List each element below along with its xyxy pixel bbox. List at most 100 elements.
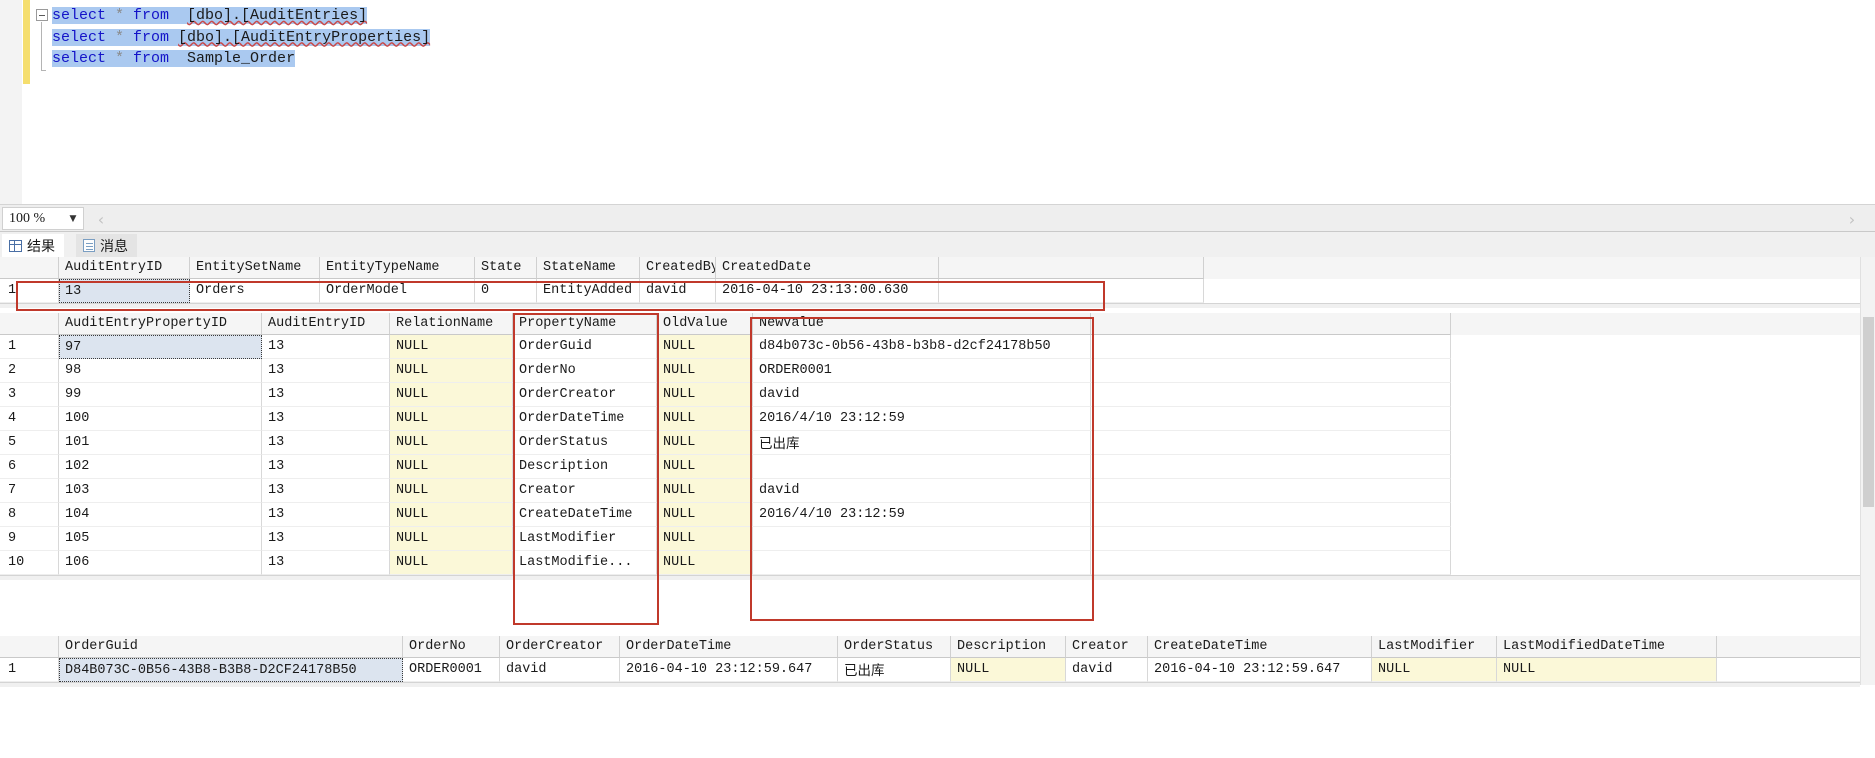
zoom-level-combobox[interactable]: 100 % ▼ (2, 207, 84, 230)
cell-PropertyName[interactable]: LastModifier (513, 527, 657, 551)
column-header-Description[interactable]: Description (951, 636, 1066, 658)
row-number-header[interactable] (0, 257, 59, 279)
column-header-RelationName[interactable]: RelationName (390, 313, 513, 335)
cell-AuditEntryID[interactable]: 13 (262, 527, 390, 551)
column-header-[interactable] (1717, 636, 1875, 658)
column-header-EntityTypeName[interactable]: EntityTypeName (320, 257, 475, 279)
collapse-minus-icon[interactable] (36, 9, 48, 21)
cell-AuditEntryPropertyID[interactable]: 101 (59, 431, 262, 455)
cell-PropertyName[interactable]: OrderGuid (513, 335, 657, 359)
cell-OldValue[interactable]: NULL (657, 407, 753, 431)
results-grid-sample-order[interactable]: OrderGuid OrderNo OrderCreator OrderDateTim… (0, 636, 1875, 687)
cell-OrderDateTime[interactable]: 2016-04-10 23:12:59.647 (620, 658, 838, 682)
table-row[interactable]: 1 97 13 NULL OrderGuid NULL d84b073c-0b56-43b8… (0, 335, 1860, 359)
column-header-OrderDateTime[interactable]: OrderDateTime (620, 636, 838, 658)
results-grid-audit-entries[interactable]: AuditEntryID EntitySetName EntityTypeName S… (0, 257, 1860, 308)
cell-OldValue[interactable]: NULL (657, 551, 753, 575)
row-number-cell[interactable]: 6 (0, 455, 59, 479)
row-number-cell[interactable]: 1 (0, 658, 59, 682)
cell-EntitySetName[interactable]: Orders (190, 279, 320, 303)
cell-NewValue[interactable]: d84b073c-0b56-43b8-b3b8-d2cf24178b50 (753, 335, 1091, 359)
scrollbar-thumb[interactable] (1863, 317, 1874, 507)
column-header-State[interactable]: State (475, 257, 537, 279)
column-header-CreatedDate[interactable]: CreatedDate (716, 257, 939, 279)
cell-PropertyName[interactable]: OrderNo (513, 359, 657, 383)
cell-AuditEntryPropertyID[interactable]: 106 (59, 551, 262, 575)
cell-State[interactable]: 0 (475, 279, 537, 303)
sql-code-text[interactable]: select * from [dbo].[AuditEntries] select… (52, 5, 431, 70)
cell-OldValue[interactable]: NULL (657, 431, 753, 455)
cell-RelationName[interactable]: NULL (390, 527, 513, 551)
cell-[interactable] (1091, 383, 1451, 407)
cell-PropertyName[interactable]: CreateDateTime (513, 503, 657, 527)
cell-NewValue[interactable]: 已出库 (753, 431, 1091, 455)
tab-results[interactable]: 结果 (2, 234, 64, 257)
cell-AuditEntryID[interactable]: 13 (59, 279, 190, 303)
cell-OldValue[interactable]: NULL (657, 527, 753, 551)
cell-RelationName[interactable]: NULL (390, 431, 513, 455)
cell-AuditEntryID[interactable]: 13 (262, 455, 390, 479)
cell-[interactable] (1091, 335, 1451, 359)
column-header-CreateDateTime[interactable]: CreateDateTime (1148, 636, 1372, 658)
cell-StateName[interactable]: EntityAdded (537, 279, 640, 303)
row-number-cell[interactable]: 1 (0, 279, 59, 303)
tab-messages[interactable]: 消息 (76, 234, 137, 257)
results-vertical-scrollbar[interactable] (1860, 257, 1875, 685)
cell-RelationName[interactable]: NULL (390, 551, 513, 575)
column-header-LastModifier[interactable]: LastModifier (1372, 636, 1497, 658)
cell-[interactable] (1717, 658, 1875, 682)
cell-OldValue[interactable]: NULL (657, 455, 753, 479)
cell-AuditEntryPropertyID[interactable]: 104 (59, 503, 262, 527)
cell-NewValue[interactable] (753, 527, 1091, 551)
cell-OldValue[interactable]: NULL (657, 503, 753, 527)
cell-[interactable] (1091, 479, 1451, 503)
cell-Description[interactable]: NULL (951, 658, 1066, 682)
cell-PropertyName[interactable]: Creator (513, 479, 657, 503)
cell-AuditEntryPropertyID[interactable]: 102 (59, 455, 262, 479)
cell-OldValue[interactable]: NULL (657, 479, 753, 503)
cell-NewValue[interactable]: david (753, 479, 1091, 503)
cell-AuditEntryPropertyID[interactable]: 97 (59, 335, 262, 359)
cell-AuditEntryPropertyID[interactable]: 103 (59, 479, 262, 503)
row-number-cell[interactable]: 9 (0, 527, 59, 551)
table-row[interactable]: 9 105 13 NULL LastModifier NULL (0, 527, 1860, 551)
cell-OldValue[interactable]: NULL (657, 383, 753, 407)
column-header-AuditEntryID[interactable]: AuditEntryID (262, 313, 390, 335)
cell-RelationName[interactable]: NULL (390, 503, 513, 527)
cell-AuditEntryPropertyID[interactable]: 100 (59, 407, 262, 431)
cell-CreateDateTime[interactable]: 2016-04-10 23:12:59.647 (1148, 658, 1372, 682)
row-number-cell[interactable]: 7 (0, 479, 59, 503)
cell-NewValue[interactable] (753, 551, 1091, 575)
column-header-OrderGuid[interactable]: OrderGuid (59, 636, 403, 658)
column-header-CreatedBy[interactable]: CreatedBy (640, 257, 716, 279)
cell-[interactable] (1091, 359, 1451, 383)
cell-RelationName[interactable]: NULL (390, 479, 513, 503)
row-number-cell[interactable]: 10 (0, 551, 59, 575)
column-header-OrderStatus[interactable]: OrderStatus (838, 636, 951, 658)
table-row[interactable]: 1 13 Orders OrderModel 0 EntityAdded david 2016… (0, 279, 1860, 303)
row-number-header[interactable] (0, 636, 59, 658)
cell-CreatedBy[interactable]: david (640, 279, 716, 303)
cell-PropertyName[interactable]: OrderCreator (513, 383, 657, 407)
sql-editor-pane[interactable]: select * from [dbo].[AuditEntries] select… (0, 0, 1875, 204)
cell-AuditEntryID[interactable]: 13 (262, 335, 390, 359)
column-header-OrderNo[interactable]: OrderNo (403, 636, 500, 658)
cell-PropertyName[interactable]: LastModifie... (513, 551, 657, 575)
table-row[interactable]: 8 104 13 NULL CreateDateTime NULL 2016/4/10 23… (0, 503, 1860, 527)
row-number-cell[interactable]: 2 (0, 359, 59, 383)
column-header-[interactable] (1091, 313, 1451, 335)
chevron-down-icon[interactable]: ▼ (63, 214, 83, 224)
cell-LastModifier[interactable]: NULL (1372, 658, 1497, 682)
nav-previous-icon[interactable]: ‹ (92, 209, 110, 229)
table-row[interactable]: 3 99 13 NULL OrderCreator NULL david (0, 383, 1860, 407)
column-header-AuditEntryPropertyID[interactable]: AuditEntryPropertyID (59, 313, 262, 335)
cell-NewValue[interactable]: 2016/4/10 23:12:59 (753, 503, 1091, 527)
row-number-header[interactable] (0, 313, 59, 335)
cell-RelationName[interactable]: NULL (390, 335, 513, 359)
table-row[interactable]: 1 D84B073C-0B56-43B8-B3B8-D2CF24178B50 ORD… (0, 658, 1875, 682)
cell-NewValue[interactable] (753, 455, 1091, 479)
column-header-OrderCreator[interactable]: OrderCreator (500, 636, 620, 658)
cell-OrderGuid[interactable]: D84B073C-0B56-43B8-B3B8-D2CF24178B50 (59, 658, 403, 682)
table-row[interactable]: 5 101 13 NULL OrderStatus NULL 已出库 (0, 431, 1860, 455)
row-number-cell[interactable]: 8 (0, 503, 59, 527)
